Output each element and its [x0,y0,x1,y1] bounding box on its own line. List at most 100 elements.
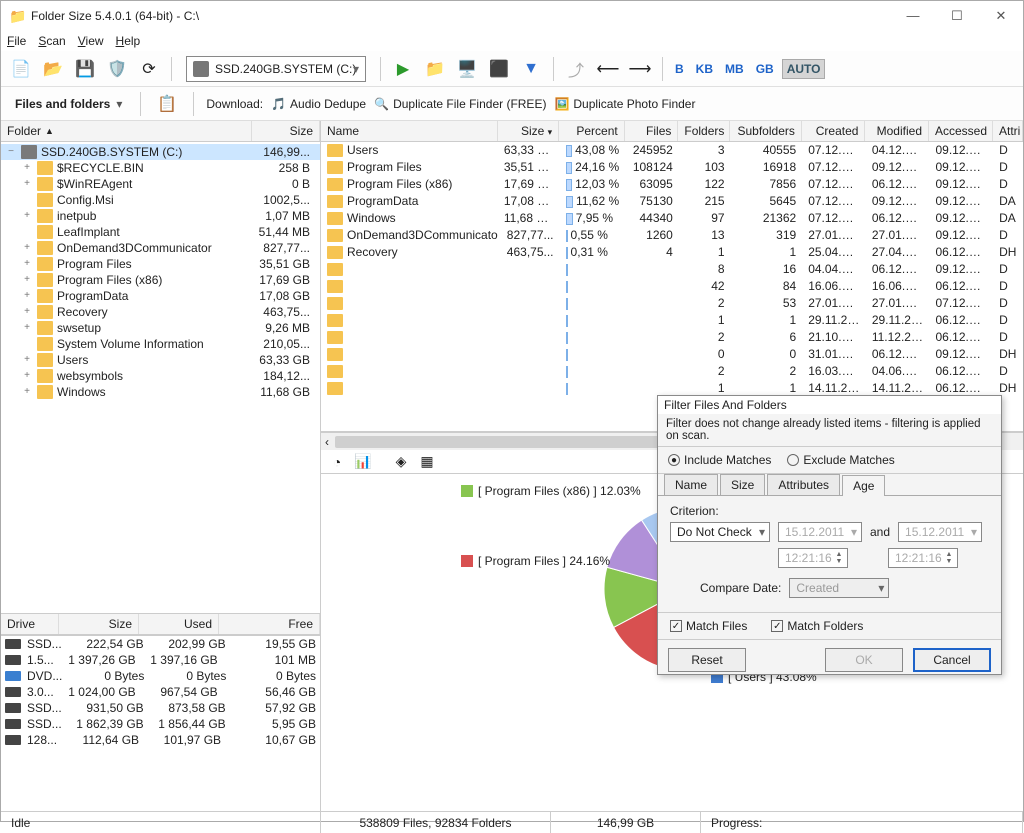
maximize-button[interactable]: ☐ [935,1,979,31]
list-row[interactable]: Recovery463,75...0,31 %41125.04.20...27.… [321,244,1023,261]
menu-view[interactable]: View [78,34,104,48]
new-icon[interactable]: 📄 [7,55,35,83]
drive-header-size[interactable]: Size [59,614,139,634]
drive-list[interactable]: SSD...222,54 GB202,99 GB19,55 GB1.5...1 … [1,635,320,811]
forward-icon[interactable]: ⟶ [626,55,654,83]
tree-row[interactable]: +inetpub1,07 MB [1,208,320,224]
col-files[interactable]: Files [625,121,679,141]
tree-row[interactable]: −SSD.240GB.SYSTEM (C:)146,99... [1,144,320,160]
chart-opt1-icon[interactable]: ◈ [391,452,411,472]
pie-chart-icon[interactable]: ◔ [327,452,347,472]
list-row[interactable]: 1129.11.20...29.11.20...06.12.20...D [321,312,1023,329]
date-from-input[interactable]: 15.12.2011▾ [778,522,862,542]
bar-chart-icon[interactable]: 📊 [353,452,373,472]
tree-row[interactable]: +Windows11,68 GB [1,384,320,400]
list-row[interactable]: Program Files (x86)17,69 GB12,03 %630951… [321,176,1023,193]
menu-file[interactable]: File [7,34,26,48]
file-list[interactable]: Users63,33 GB43,08 %24595234055507.12.20… [321,142,1023,432]
criterion-dropdown[interactable]: Do Not Check▾ [670,522,770,542]
filter-icon[interactable]: ▼ [517,55,545,83]
list-row[interactable]: Windows11,68 GB7,95 %44340972136207.12.2… [321,210,1023,227]
list-row[interactable]: 0031.01.20...06.12.20...09.12.20...DH [321,346,1023,363]
reset-button[interactable]: Reset [668,648,746,672]
list-row[interactable]: 428416.06.20...16.06.20...06.12.20...D [321,278,1023,295]
tree-row[interactable]: +swsetup9,26 MB [1,320,320,336]
radio-exclude[interactable]: Exclude Matches [787,453,894,467]
chart-opt2-icon[interactable]: ▦ [417,452,437,472]
drive-row[interactable]: SSD...1 862,39 GB1 856,44 GB5,95 GB [1,716,320,732]
col-attr[interactable]: Attri [993,121,1023,141]
close-button[interactable]: ✕ [979,1,1023,31]
col-created[interactable]: Created [802,121,866,141]
drive-header-free[interactable]: Free [219,614,320,634]
computer-icon[interactable]: 🖥️ [453,55,481,83]
tree-row[interactable]: +Users63,33 GB [1,352,320,368]
unit-mb-button[interactable]: MB [721,60,748,78]
list-row[interactable]: 2621.10.20...11.12.20...06.12.20...D [321,329,1023,346]
tree-row[interactable]: +Program Files35,51 GB [1,256,320,272]
tree-row[interactable]: +ProgramData17,08 GB [1,288,320,304]
files-folders-dropdown[interactable]: Files and folders [9,93,128,115]
tree-row[interactable]: Config.Msi1002,5... [1,192,320,208]
list-row[interactable]: 25327.01.20...27.01.20...07.12.20...D [321,295,1023,312]
unit-b-button[interactable]: B [671,60,688,78]
drive-row[interactable]: 1.5...1 397,26 GB1 397,16 GB101 MB [1,652,320,668]
tree-row[interactable]: +websymbols184,12... [1,368,320,384]
check-match-files[interactable]: ✓ Match Files [670,619,747,633]
stop-icon[interactable]: ⬛ [485,55,513,83]
drive-select[interactable]: SSD.240GB.SYSTEM (C:) [186,56,366,82]
refresh-icon[interactable]: ⟳ [135,55,163,83]
tree-row[interactable]: +Recovery463,75... [1,304,320,320]
save-icon[interactable]: 💾 [71,55,99,83]
tree-header-folder[interactable]: Folder▲ [1,121,252,141]
col-size[interactable]: Size ▾ [498,121,560,141]
tab-attributes[interactable]: Attributes [767,474,840,495]
tree-row[interactable]: System Volume Information210,05... [1,336,320,352]
options-icon[interactable]: 📋 [153,90,181,118]
time-from-input[interactable]: 12:21:16 ▲▼ [778,548,848,568]
folder-scan-icon[interactable]: 📁 [421,55,449,83]
menu-scan[interactable]: Scan [38,34,65,48]
col-modified[interactable]: Modified [865,121,929,141]
drive-header-drive[interactable]: Drive [1,614,59,634]
open-icon[interactable]: 📂 [39,55,67,83]
drive-row[interactable]: SSD...222,54 GB202,99 GB19,55 GB [1,636,320,652]
audio-dedupe-link[interactable]: 🎵 Audio Dedupe [271,97,366,111]
tree-row[interactable]: +$WinREAgent0 B [1,176,320,192]
col-folders[interactable]: Folders [678,121,730,141]
tab-name[interactable]: Name [664,474,718,495]
list-row[interactable]: OnDemand3DCommunicator827,77...0,55 %126… [321,227,1023,244]
unit-kb-button[interactable]: KB [692,60,717,78]
col-percent[interactable]: Percent [559,121,625,141]
col-subfolders[interactable]: Subfolders [730,121,802,141]
tree-row[interactable]: +$RECYCLE.BIN258 B [1,160,320,176]
radio-include[interactable]: ● Include Matches [668,453,771,467]
list-row[interactable]: Users63,33 GB43,08 %24595234055507.12.20… [321,142,1023,159]
drive-row[interactable]: DVD...0 Bytes0 Bytes0 Bytes [1,668,320,684]
unit-gb-button[interactable]: GB [752,60,778,78]
dff-link[interactable]: 🔍 Duplicate File Finder (FREE) [374,97,546,111]
dpf-link[interactable]: 🖼️ Duplicate Photo Finder [554,97,695,111]
time-to-input[interactable]: 12:21:16 ▲▼ [888,548,958,568]
folder-tree[interactable]: −SSD.240GB.SYSTEM (C:)146,99...+$RECYCLE… [1,142,320,614]
list-row[interactable]: 81604.04.20...06.12.20...09.12.20...D [321,261,1023,278]
col-accessed[interactable]: Accessed [929,121,993,141]
back-icon[interactable]: ⟵ [594,55,622,83]
drive-row[interactable]: 3.0...1 024,00 GB967,54 GB56,46 GB [1,684,320,700]
tree-row[interactable]: +OnDemand3DCommunicator827,77... [1,240,320,256]
date-to-input[interactable]: 15.12.2011▾ [898,522,982,542]
tree-header-size[interactable]: Size [252,121,320,141]
play-icon[interactable]: ▶ [389,55,417,83]
menu-help[interactable]: Help [116,34,141,48]
tab-size[interactable]: Size [720,474,765,495]
list-row[interactable]: ProgramData17,08 GB11,62 %75130215564507… [321,193,1023,210]
shield-icon[interactable]: 🛡️ [103,55,131,83]
tab-age[interactable]: Age [842,475,885,496]
up-icon[interactable]: ⤴ [562,55,590,83]
unit-auto-button[interactable]: AUTO [782,59,826,79]
check-match-folders[interactable]: ✓ Match Folders [771,619,863,633]
cancel-button[interactable]: Cancel [913,648,991,672]
drive-header-used[interactable]: Used [139,614,219,634]
drive-row[interactable]: SSD...931,50 GB873,58 GB57,92 GB [1,700,320,716]
minimize-button[interactable]: — [891,1,935,31]
